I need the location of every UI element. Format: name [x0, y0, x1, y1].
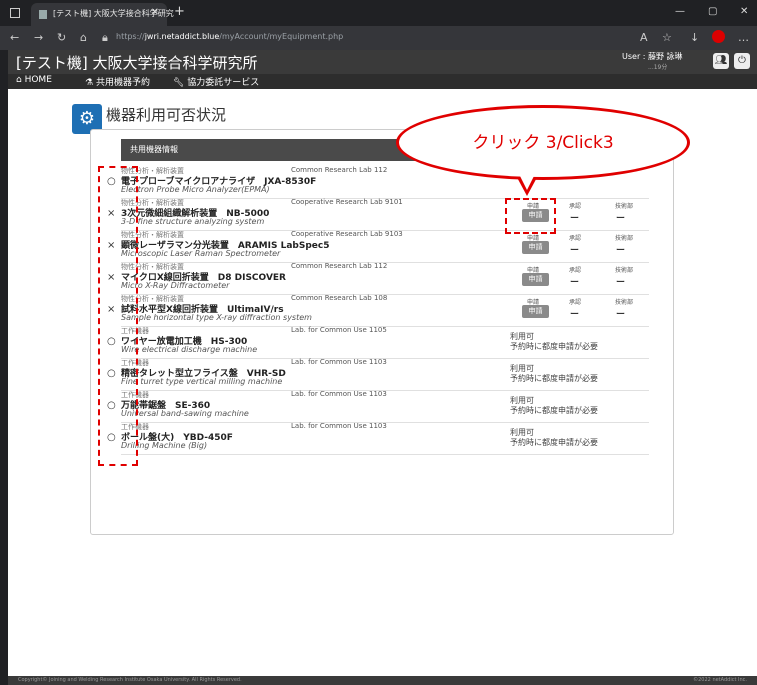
copyright: Copyright© Joining and Welding Research …	[18, 677, 242, 683]
availability-note: 利用可 予約時に都度申請が必要	[510, 428, 598, 447]
page-title: 機器利用可否状況	[106, 106, 227, 124]
tab-bar: [テスト機] 大阪大学接合科学研究 ✕ + — ▢ ✕	[0, 0, 757, 26]
read-aloud-icon[interactable]: A	[640, 31, 648, 44]
maximize-icon[interactable]: ▢	[708, 6, 717, 17]
web-page: [テスト機] 大阪大学接合科学研究所 User : 藤野 詠琳 ...19分 👥…	[8, 50, 757, 685]
home-nav-icon: ⌂	[16, 75, 25, 85]
back-icon[interactable]: ←	[10, 31, 19, 44]
site-footer: Copyright© Joining and Welding Research …	[8, 676, 757, 685]
availability-note: 利用可 予約時に都度申請が必要	[510, 396, 598, 415]
window-menu-icon[interactable]	[10, 8, 20, 18]
home-icon[interactable]: ⌂	[80, 31, 87, 44]
user-label: User : 藤野 詠琳	[622, 52, 683, 61]
minimize-icon[interactable]: —	[675, 6, 685, 17]
equipment-location: Lab. for Common Use 1105	[291, 326, 387, 334]
browser-tab[interactable]: [テスト機] 大阪大学接合科学研究 ✕	[31, 3, 174, 26]
download-icon[interactable]: ↓	[690, 31, 699, 44]
approval-status: ー	[570, 278, 580, 288]
nav-home[interactable]: ⌂ HOME	[16, 75, 52, 85]
site-title: [テスト機] 大阪大学接合科学研究所	[16, 54, 258, 72]
callout-text: クリック 3/Click3	[472, 133, 614, 153]
more-icon[interactable]: …	[738, 31, 749, 44]
equipment-name-en: Microscopic Laser Raman Spectrometer	[121, 249, 281, 258]
table-row: × 物性分析・解析装置 Common Research Lab 112 マイクロX線回…	[107, 262, 649, 295]
table-row: × 物性分析・解析装置 Common Research Lab 108 試料水平型X線…	[107, 294, 649, 327]
status-head-approval: 承認	[569, 203, 582, 210]
equipment-name-en: Electron Probe Micro Analyzer(EPMA)	[121, 185, 270, 194]
availability-note: 利用可 予約時に都度申請が必要	[510, 332, 598, 351]
apply-button[interactable]: 申請	[522, 305, 549, 318]
table-row: ○ 工作機器 Lab. for Common Use 1103 精密タレット型立フライ…	[107, 358, 649, 391]
nav-equipment-booking[interactable]: ⚗ 共用機器予約	[85, 75, 150, 88]
user-settings-icon[interactable]: 👥︎	[713, 53, 729, 69]
highlight-marks-column	[98, 166, 138, 466]
close-window-icon[interactable]: ✕	[740, 6, 748, 17]
microscope-icon: ⚗	[85, 78, 96, 88]
apply-button[interactable]: 申請	[522, 241, 549, 254]
table-row: ○ 工作機器 Lab. for Common Use 1103 ボール盤(大) YBD…	[107, 422, 649, 455]
forward-icon[interactable]: →	[34, 31, 43, 44]
nav-service[interactable]: 🔧︎ 協力委託サービス	[173, 75, 259, 88]
equipment-location: Lab. for Common Use 1103	[291, 390, 387, 398]
equipment-name-en: Sample horizontal type X-ray diffraction…	[121, 313, 312, 322]
status-head-tech: 技術部	[615, 235, 634, 242]
status-head-approval: 承認	[569, 299, 582, 306]
tech-status: ー	[616, 310, 626, 320]
availability-note: 利用可 予約時に都度申請が必要	[510, 364, 598, 383]
status-head-tech: 技術部	[615, 299, 634, 306]
reload-icon[interactable]: ↻	[57, 31, 66, 44]
site-header: [テスト機] 大阪大学接合科学研究所 User : 藤野 詠琳 ...19分 👥…	[8, 50, 757, 74]
status-head-tech: 技術部	[615, 203, 634, 210]
table-row: ○ 工作機器 Lab. for Common Use 1103 万能帯鋸盤 SE-36…	[107, 390, 649, 423]
url-field[interactable]: https://jwri.netaddict.blue/myAccount/my…	[116, 32, 343, 41]
favorites-icon[interactable]: ☆	[662, 31, 672, 44]
equipment-location: Common Research Lab 108	[291, 294, 388, 302]
site-nav: ⌂ HOME ⚗ 共用機器予約 🔧︎ 協力委託サービス	[8, 74, 757, 89]
tab-favicon-icon	[39, 10, 47, 19]
table-row: × 物性分析・解析装置 Cooperative Research Lab 9103 顕…	[107, 230, 649, 263]
lock-icon: 🔒︎	[102, 31, 108, 44]
equipment-panel: 共用機器情報 ○ 物性分析・解析装置 Common Research Lab 112…	[90, 129, 674, 535]
table-row: ○ 工作機器 Lab. for Common Use 1105 ワイヤー放電加工機 H…	[107, 326, 649, 359]
tech-status: ー	[616, 278, 626, 288]
callout-tail-inner	[517, 170, 537, 190]
status-head-approval: 承認	[569, 267, 582, 274]
apply-button[interactable]: 申請	[522, 273, 549, 286]
logout-icon[interactable]: ⏻	[734, 53, 750, 69]
equipment-location: Cooperative Research Lab 9103	[291, 230, 403, 238]
equipment-name-en: Universal band-sawing machine	[121, 409, 249, 418]
equipment-location: Lab. for Common Use 1103	[291, 422, 387, 430]
equipment-location: Common Research Lab 112	[291, 166, 388, 174]
table-row: × 物性分析・解析装置 Cooperative Research Lab 9101 3…	[107, 198, 649, 231]
highlight-apply-button	[505, 198, 556, 234]
wrench-icon: 🔧︎	[173, 78, 188, 88]
equipment-name-en: Fine turret type vertical milling machin…	[121, 377, 283, 386]
tab-close-icon[interactable]: ✕	[151, 7, 159, 18]
equipment-location: Cooperative Research Lab 9101	[291, 198, 403, 206]
approval-status: ー	[570, 246, 580, 256]
profile-avatar[interactable]	[712, 30, 725, 43]
approval-status: ー	[570, 214, 580, 224]
equipment-location: Common Research Lab 112	[291, 262, 388, 270]
equipment-name-en: Wire electrical discharge machine	[121, 345, 258, 354]
tech-status: ー	[616, 246, 626, 256]
footer-brand: ©2022 netAddict Inc.	[693, 677, 747, 683]
approval-status: ー	[570, 310, 580, 320]
session-time: ...19分	[648, 64, 668, 71]
status-head-tech: 技術部	[615, 267, 634, 274]
address-bar: ← → ↻ ⌂ 🔒︎ https://jwri.netaddict.blue/m…	[0, 26, 757, 50]
status-head-approval: 承認	[569, 235, 582, 242]
browser-window: [テスト機] 大阪大学接合科学研究 ✕ + — ▢ ✕ ← → ↻ ⌂ 🔒︎ h…	[0, 0, 757, 685]
new-tab-icon[interactable]: +	[174, 4, 185, 19]
click-callout: クリック 3/Click3	[396, 105, 690, 180]
equipment-name-en: 3-D fine structure analyzing system	[121, 217, 265, 226]
tech-status: ー	[616, 214, 626, 224]
equipment-location: Lab. for Common Use 1103	[291, 358, 387, 366]
